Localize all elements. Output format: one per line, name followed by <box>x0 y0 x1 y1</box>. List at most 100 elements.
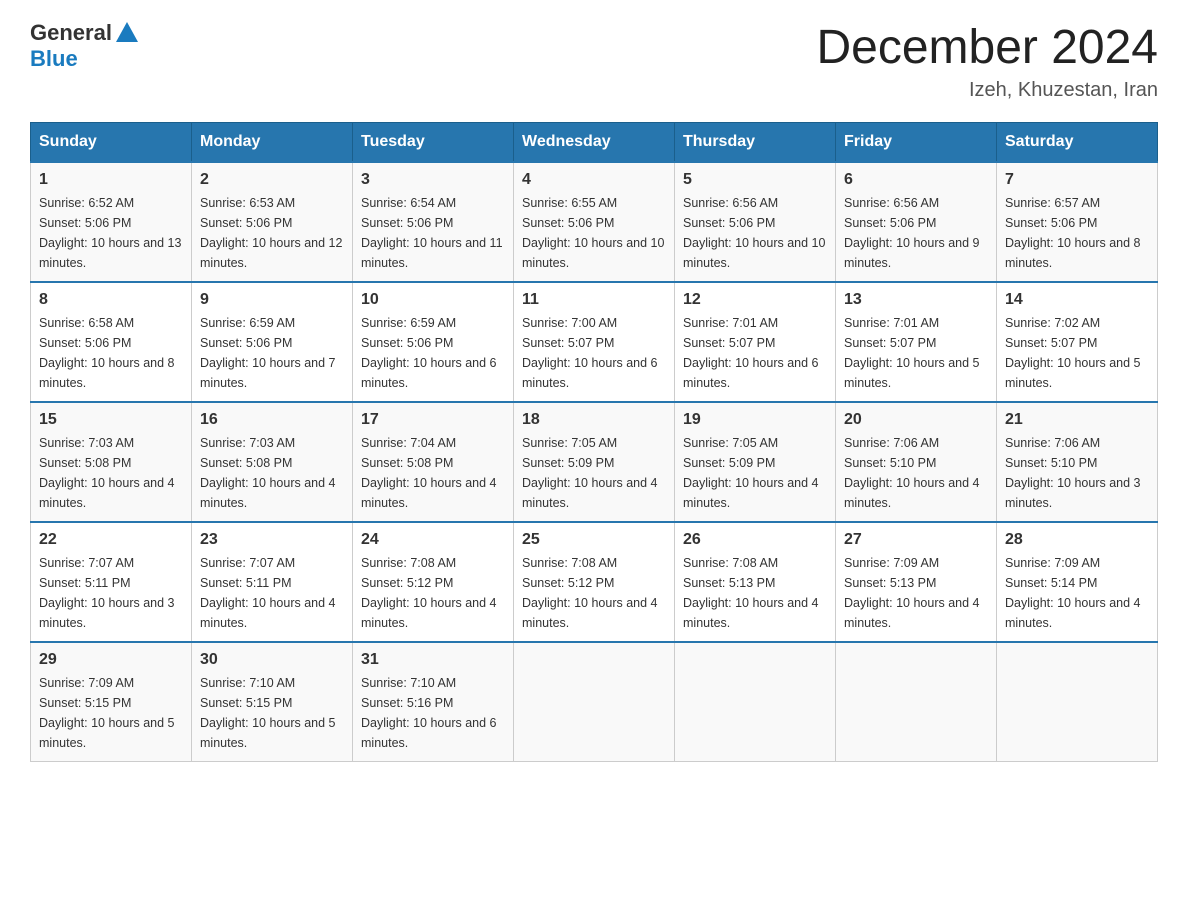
day-info: Sunrise: 6:59 AMSunset: 5:06 PMDaylight:… <box>361 316 497 390</box>
day-info: Sunrise: 7:10 AMSunset: 5:15 PMDaylight:… <box>200 676 336 750</box>
table-row: 29 Sunrise: 7:09 AMSunset: 5:15 PMDaylig… <box>31 642 192 762</box>
table-row: 22 Sunrise: 7:07 AMSunset: 5:11 PMDaylig… <box>31 522 192 642</box>
day-info: Sunrise: 7:06 AMSunset: 5:10 PMDaylight:… <box>1005 436 1141 510</box>
day-info: Sunrise: 7:08 AMSunset: 5:12 PMDaylight:… <box>522 556 658 630</box>
page-header: General Blue December 2024 Izeh, Khuzest… <box>30 20 1158 102</box>
day-info: Sunrise: 6:56 AMSunset: 5:06 PMDaylight:… <box>844 196 980 270</box>
table-row: 12 Sunrise: 7:01 AMSunset: 5:07 PMDaylig… <box>675 282 836 402</box>
day-info: Sunrise: 7:05 AMSunset: 5:09 PMDaylight:… <box>683 436 819 510</box>
table-row: 18 Sunrise: 7:05 AMSunset: 5:09 PMDaylig… <box>514 402 675 522</box>
table-row: 14 Sunrise: 7:02 AMSunset: 5:07 PMDaylig… <box>997 282 1158 402</box>
day-info: Sunrise: 7:02 AMSunset: 5:07 PMDaylight:… <box>1005 316 1141 390</box>
table-row: 5 Sunrise: 6:56 AMSunset: 5:06 PMDayligh… <box>675 162 836 282</box>
title-area: December 2024 Izeh, Khuzestan, Iran <box>816 20 1158 102</box>
day-info: Sunrise: 7:01 AMSunset: 5:07 PMDaylight:… <box>844 316 980 390</box>
header-monday: Monday <box>192 123 353 163</box>
day-info: Sunrise: 7:10 AMSunset: 5:16 PMDaylight:… <box>361 676 497 750</box>
day-info: Sunrise: 6:56 AMSunset: 5:06 PMDaylight:… <box>683 196 825 270</box>
table-row: 19 Sunrise: 7:05 AMSunset: 5:09 PMDaylig… <box>675 402 836 522</box>
day-number: 30 <box>200 651 344 669</box>
day-info: Sunrise: 6:53 AMSunset: 5:06 PMDaylight:… <box>200 196 342 270</box>
day-info: Sunrise: 6:52 AMSunset: 5:06 PMDaylight:… <box>39 196 181 270</box>
day-info: Sunrise: 6:59 AMSunset: 5:06 PMDaylight:… <box>200 316 336 390</box>
header-sunday: Sunday <box>31 123 192 163</box>
table-row: 8 Sunrise: 6:58 AMSunset: 5:06 PMDayligh… <box>31 282 192 402</box>
table-row: 3 Sunrise: 6:54 AMSunset: 5:06 PMDayligh… <box>353 162 514 282</box>
location-subtitle: Izeh, Khuzestan, Iran <box>816 79 1158 102</box>
day-info: Sunrise: 7:05 AMSunset: 5:09 PMDaylight:… <box>522 436 658 510</box>
day-number: 6 <box>844 171 988 189</box>
table-row: 26 Sunrise: 7:08 AMSunset: 5:13 PMDaylig… <box>675 522 836 642</box>
table-row: 28 Sunrise: 7:09 AMSunset: 5:14 PMDaylig… <box>997 522 1158 642</box>
table-row: 2 Sunrise: 6:53 AMSunset: 5:06 PMDayligh… <box>192 162 353 282</box>
day-info: Sunrise: 7:09 AMSunset: 5:13 PMDaylight:… <box>844 556 980 630</box>
day-number: 14 <box>1005 291 1149 309</box>
table-row: 4 Sunrise: 6:55 AMSunset: 5:06 PMDayligh… <box>514 162 675 282</box>
table-row: 20 Sunrise: 7:06 AMSunset: 5:10 PMDaylig… <box>836 402 997 522</box>
day-number: 10 <box>361 291 505 309</box>
day-number: 31 <box>361 651 505 669</box>
week-row-3: 15 Sunrise: 7:03 AMSunset: 5:08 PMDaylig… <box>31 402 1158 522</box>
day-number: 23 <box>200 531 344 549</box>
day-number: 29 <box>39 651 183 669</box>
table-row: 11 Sunrise: 7:00 AMSunset: 5:07 PMDaylig… <box>514 282 675 402</box>
table-row <box>514 642 675 762</box>
day-info: Sunrise: 6:57 AMSunset: 5:06 PMDaylight:… <box>1005 196 1141 270</box>
day-info: Sunrise: 7:08 AMSunset: 5:12 PMDaylight:… <box>361 556 497 630</box>
day-number: 28 <box>1005 531 1149 549</box>
day-number: 16 <box>200 411 344 429</box>
table-row: 15 Sunrise: 7:03 AMSunset: 5:08 PMDaylig… <box>31 402 192 522</box>
calendar-table: Sunday Monday Tuesday Wednesday Thursday… <box>30 122 1158 762</box>
week-row-1: 1 Sunrise: 6:52 AMSunset: 5:06 PMDayligh… <box>31 162 1158 282</box>
weekday-header-row: Sunday Monday Tuesday Wednesday Thursday… <box>31 123 1158 163</box>
day-number: 7 <box>1005 171 1149 189</box>
day-number: 15 <box>39 411 183 429</box>
month-title: December 2024 <box>816 20 1158 75</box>
day-number: 18 <box>522 411 666 429</box>
table-row: 1 Sunrise: 6:52 AMSunset: 5:06 PMDayligh… <box>31 162 192 282</box>
day-number: 20 <box>844 411 988 429</box>
day-info: Sunrise: 7:09 AMSunset: 5:14 PMDaylight:… <box>1005 556 1141 630</box>
day-info: Sunrise: 7:09 AMSunset: 5:15 PMDaylight:… <box>39 676 175 750</box>
day-info: Sunrise: 7:04 AMSunset: 5:08 PMDaylight:… <box>361 436 497 510</box>
table-row: 24 Sunrise: 7:08 AMSunset: 5:12 PMDaylig… <box>353 522 514 642</box>
day-number: 8 <box>39 291 183 309</box>
week-row-5: 29 Sunrise: 7:09 AMSunset: 5:15 PMDaylig… <box>31 642 1158 762</box>
day-number: 26 <box>683 531 827 549</box>
table-row: 13 Sunrise: 7:01 AMSunset: 5:07 PMDaylig… <box>836 282 997 402</box>
table-row <box>675 642 836 762</box>
table-row: 7 Sunrise: 6:57 AMSunset: 5:06 PMDayligh… <box>997 162 1158 282</box>
table-row: 27 Sunrise: 7:09 AMSunset: 5:13 PMDaylig… <box>836 522 997 642</box>
day-number: 27 <box>844 531 988 549</box>
day-info: Sunrise: 7:03 AMSunset: 5:08 PMDaylight:… <box>200 436 336 510</box>
logo-triangle-icon <box>116 22 138 47</box>
header-friday: Friday <box>836 123 997 163</box>
day-number: 13 <box>844 291 988 309</box>
day-info: Sunrise: 6:54 AMSunset: 5:06 PMDaylight:… <box>361 196 503 270</box>
day-number: 22 <box>39 531 183 549</box>
day-info: Sunrise: 6:58 AMSunset: 5:06 PMDaylight:… <box>39 316 175 390</box>
day-number: 19 <box>683 411 827 429</box>
table-row: 16 Sunrise: 7:03 AMSunset: 5:08 PMDaylig… <box>192 402 353 522</box>
day-info: Sunrise: 7:00 AMSunset: 5:07 PMDaylight:… <box>522 316 658 390</box>
table-row <box>836 642 997 762</box>
table-row: 25 Sunrise: 7:08 AMSunset: 5:12 PMDaylig… <box>514 522 675 642</box>
logo: General Blue <box>30 20 138 71</box>
table-row: 9 Sunrise: 6:59 AMSunset: 5:06 PMDayligh… <box>192 282 353 402</box>
table-row: 30 Sunrise: 7:10 AMSunset: 5:15 PMDaylig… <box>192 642 353 762</box>
day-info: Sunrise: 7:06 AMSunset: 5:10 PMDaylight:… <box>844 436 980 510</box>
table-row <box>997 642 1158 762</box>
table-row: 10 Sunrise: 6:59 AMSunset: 5:06 PMDaylig… <box>353 282 514 402</box>
day-number: 12 <box>683 291 827 309</box>
day-number: 21 <box>1005 411 1149 429</box>
logo-blue-text: Blue <box>30 46 78 71</box>
day-info: Sunrise: 6:55 AMSunset: 5:06 PMDaylight:… <box>522 196 664 270</box>
day-number: 4 <box>522 171 666 189</box>
table-row: 17 Sunrise: 7:04 AMSunset: 5:08 PMDaylig… <box>353 402 514 522</box>
day-info: Sunrise: 7:07 AMSunset: 5:11 PMDaylight:… <box>200 556 336 630</box>
day-number: 9 <box>200 291 344 309</box>
day-number: 5 <box>683 171 827 189</box>
week-row-4: 22 Sunrise: 7:07 AMSunset: 5:11 PMDaylig… <box>31 522 1158 642</box>
header-thursday: Thursday <box>675 123 836 163</box>
day-number: 17 <box>361 411 505 429</box>
